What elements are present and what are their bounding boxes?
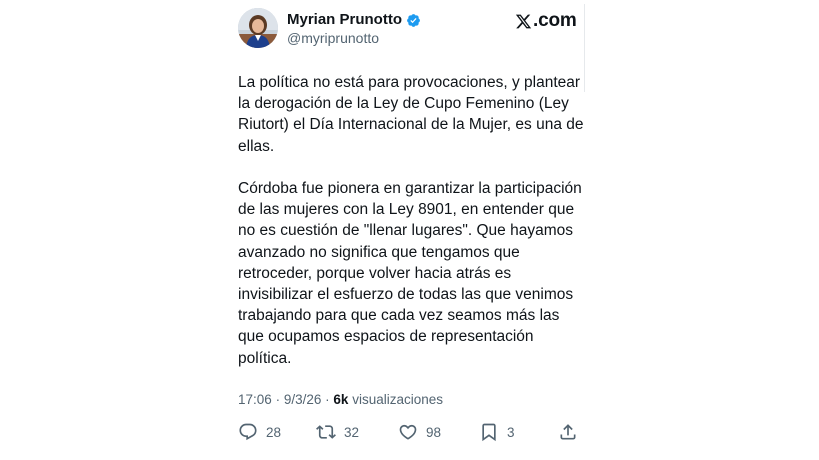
like-count: 98 [426,424,442,440]
tweet-text: La política no está para provocaciones, … [238,72,584,369]
share-icon [558,422,578,442]
views-count: 6k [333,392,349,407]
tweet-paragraph: Córdoba fue pionera en garantizar la par… [238,180,582,367]
tweet-card: Myrian Prunotto @myriprunotto .com La po… [0,0,819,460]
tweet-time[interactable]: 17:06 [238,392,272,407]
avatar[interactable] [238,8,278,48]
tweet-paragraph: La política no está para provocaciones, … [238,74,584,155]
retweet-count: 32 [344,424,360,440]
bookmark-count: 3 [507,424,515,440]
tweet-meta: 17:06 · 9/3/26 · 6k visualizaciones [238,391,443,409]
verified-badge-icon[interactable] [406,13,421,28]
retweet-button[interactable]: 32 [316,420,359,444]
reply-button[interactable]: 28 [238,420,281,444]
meta-separator: · [325,392,330,407]
brand-logo[interactable]: .com [515,9,577,33]
retweet-icon [316,422,336,442]
x-logo-icon [515,13,532,30]
share-button[interactable] [558,420,578,444]
author-display-name[interactable]: Myrian Prunotto [287,10,421,30]
divider [584,4,585,92]
author-name-text[interactable]: Myrian Prunotto [287,10,402,30]
like-button[interactable]: 98 [398,420,441,444]
reply-icon [238,422,258,442]
author-handle[interactable]: @myriprunotto [287,29,379,47]
bookmark-button[interactable]: 3 [479,420,515,444]
views-label: visualizaciones [352,392,443,407]
brand-domain-text: .com [533,10,577,31]
meta-separator: · [275,392,281,407]
action-bar: 28 32 98 3 [238,420,580,444]
avatar-photo [238,8,278,48]
reply-count: 28 [266,424,282,440]
tweet-date[interactable]: 9/3/26 [284,392,322,407]
bookmark-icon [479,422,499,442]
heart-icon [398,422,418,442]
